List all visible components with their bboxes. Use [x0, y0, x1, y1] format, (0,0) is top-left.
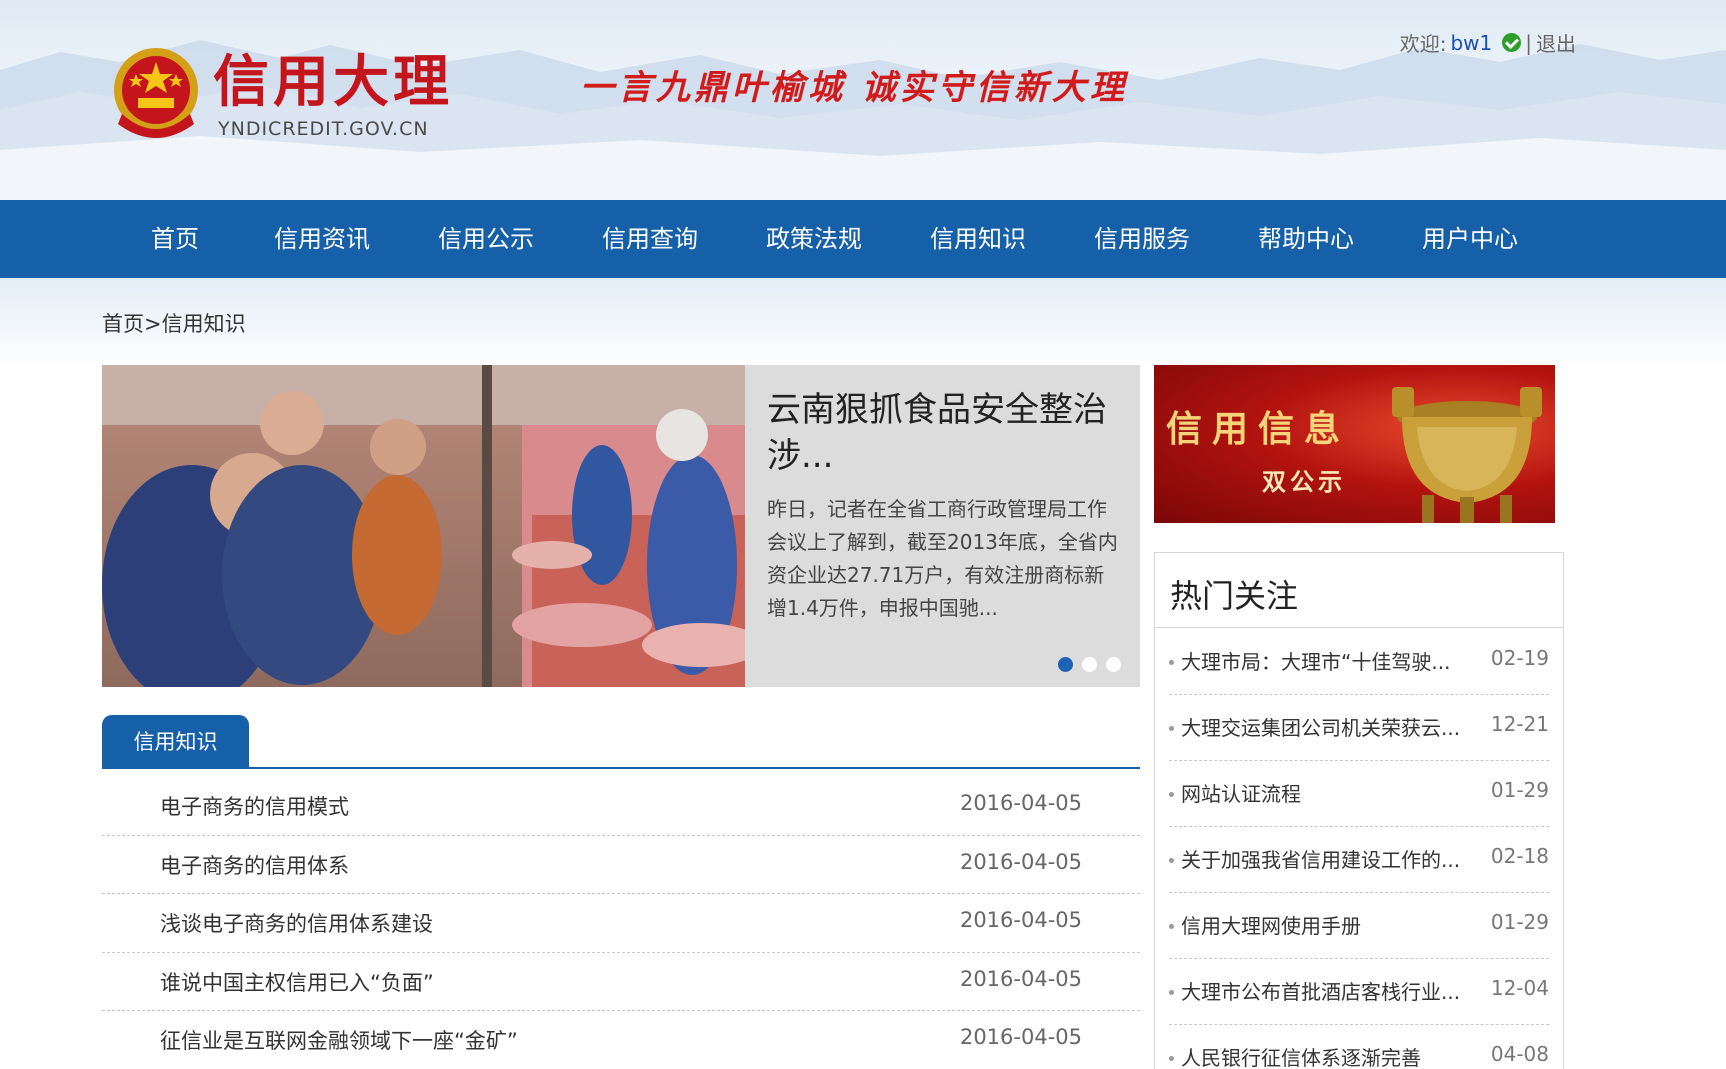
- article-date: 2016-04-05: [959, 849, 1082, 874]
- breadcrumb: 首页>信用知识: [102, 308, 246, 338]
- welcome-label: 欢迎:: [1399, 32, 1447, 56]
- list-item[interactable]: 电子商务的信用体系 2016-04-05: [102, 836, 1140, 894]
- nav-item-policy[interactable]: 政策法规: [732, 200, 896, 278]
- bullet-icon: [1169, 990, 1174, 995]
- banner-main-text: 信用信息: [1166, 408, 1351, 450]
- list-item[interactable]: 电子商务的信用模式 2016-04-05: [102, 777, 1140, 836]
- list-item[interactable]: 浅谈电子商务的信用体系建设 2016-04-05: [102, 894, 1140, 953]
- hot-item-date: 12-04: [1490, 976, 1549, 1000]
- article-date: 2016-04-05: [959, 908, 1082, 932]
- banner-sub-text: 双公示: [1262, 467, 1346, 496]
- verified-check-icon: [1502, 33, 1522, 52]
- slider-dots: [1058, 657, 1121, 672]
- article-title[interactable]: 征信业是互联网金融领域下一座“金矿”: [160, 1025, 518, 1055]
- bullet-icon: [1169, 858, 1174, 863]
- logo-title: 信用大理: [213, 49, 453, 115]
- hot-item-date: 04-08: [1490, 1042, 1549, 1066]
- breadcrumb-home[interactable]: 首页: [102, 312, 144, 336]
- list-item[interactable]: 大理市公布首批酒店客栈行业... 12-04: [1169, 959, 1549, 1025]
- list-item[interactable]: 谁说中国主权信用已入“负面” 2016-04-05: [102, 953, 1140, 1011]
- bronze-cauldron-icon: [1392, 387, 1542, 523]
- featured-text: 云南狠抓食品安全整治涉... 昨日，记者在全省工商行政管理局工作会议上了解到，截…: [767, 387, 1123, 625]
- header-slogan: 一言九鼎叶榆城 诚实守信新大理: [580, 68, 1128, 108]
- hot-item-title[interactable]: 网站认证流程: [1181, 778, 1471, 807]
- breadcrumb-separator: >: [144, 312, 162, 336]
- hot-item-date: 01-29: [1490, 910, 1549, 934]
- knowledge-tab-header: 信用知识: [102, 715, 1140, 769]
- featured-slider[interactable]: 云南狠抓食品安全整治涉... 昨日，记者在全省工商行政管理局工作会议上了解到，截…: [102, 365, 1140, 687]
- article-title[interactable]: 电子商务的信用模式: [160, 791, 349, 821]
- article-title[interactable]: 浅谈电子商务的信用体系建设: [160, 908, 433, 938]
- nav-item-credit-services[interactable]: 信用服务: [1060, 200, 1224, 278]
- nav-item-user-center[interactable]: 用户中心: [1388, 200, 1552, 278]
- list-item[interactable]: 征信业是互联网金融领域下一座“金矿” 2016-04-05: [102, 1011, 1140, 1069]
- hot-topics-title: 热门关注: [1170, 577, 1299, 615]
- user-bar: 欢迎: bw1 | 退出: [1400, 28, 1576, 57]
- bullet-icon: [1169, 792, 1174, 797]
- hot-topics-panel: 热门关注 大理市局：大理市“十佳驾驶... 02-19 大理交运集团公司机关荣获…: [1154, 552, 1564, 1069]
- list-item[interactable]: 人民银行征信体系逐渐完善 04-08: [1169, 1025, 1549, 1069]
- article-date: 2016-04-05: [959, 966, 1082, 991]
- site-logo[interactable]: 信用大理 YNDICREDIT.GOV.CN: [108, 44, 468, 144]
- bullet-icon: [1169, 1056, 1174, 1061]
- article-list: 电子商务的信用模式 2016-04-05 电子商务的信用体系 2016-04-0…: [102, 777, 1140, 1069]
- hot-item-title[interactable]: 大理交运集团公司机关荣获云...: [1181, 712, 1471, 741]
- site-header: 信用大理 YNDICREDIT.GOV.CN 一言九鼎叶榆城 诚实守信新大理 欢…: [0, 0, 1726, 200]
- nav-item-credit-news[interactable]: 信用资讯: [240, 200, 404, 278]
- featured-summary: 昨日，记者在全省工商行政管理局工作会议上了解到，截至2013年底，全省内资企业达…: [767, 497, 1118, 620]
- nav-item-credit-publicity[interactable]: 信用公示: [404, 200, 568, 278]
- content-band: [0, 278, 1726, 368]
- list-item[interactable]: 大理市局：大理市“十佳驾驶... 02-19: [1169, 629, 1549, 695]
- main-nav: 首页 信用资讯 信用公示 信用查询 政策法规 信用知识 信用服务 帮助中心 用户…: [0, 200, 1726, 278]
- article-title[interactable]: 谁说中国主权信用已入“负面”: [160, 967, 434, 997]
- logout-link[interactable]: 退出: [1536, 28, 1576, 57]
- hot-topics-divider: [1155, 627, 1563, 628]
- featured-photo[interactable]: [102, 365, 745, 687]
- nav-item-help-center[interactable]: 帮助中心: [1224, 200, 1388, 278]
- breadcrumb-current: 信用知识: [161, 312, 246, 336]
- hot-item-title[interactable]: 关于加强我省信用建设工作的...: [1181, 844, 1471, 873]
- hot-item-title[interactable]: 人民银行征信体系逐渐完善: [1181, 1042, 1471, 1069]
- national-emblem-icon: [114, 48, 198, 138]
- nav-item-credit-knowledge[interactable]: 信用知识: [896, 200, 1060, 278]
- hot-item-date: 02-19: [1490, 646, 1549, 670]
- bullet-icon: [1169, 726, 1174, 731]
- hot-item-title[interactable]: 大理市公布首批酒店客栈行业...: [1181, 976, 1471, 1005]
- article-date: 2016-04-05: [959, 791, 1082, 815]
- list-item[interactable]: 网站认证流程 01-29: [1169, 761, 1549, 827]
- list-item[interactable]: 关于加强我省信用建设工作的... 02-18: [1169, 827, 1549, 893]
- hot-item-date: 12-21: [1490, 712, 1549, 736]
- article-date: 2016-04-05: [959, 1025, 1082, 1049]
- bullet-icon: [1169, 924, 1174, 929]
- slider-dot-1[interactable]: [1058, 657, 1073, 672]
- hot-item-title[interactable]: 信用大理网使用手册: [1181, 910, 1471, 939]
- article-title[interactable]: 电子商务的信用体系: [160, 850, 349, 880]
- hot-item-date: 02-18: [1490, 844, 1549, 868]
- hot-item-title[interactable]: 大理市局：大理市“十佳驾驶...: [1181, 646, 1471, 675]
- list-item[interactable]: 大理交运集团公司机关荣获云... 12-21: [1169, 695, 1549, 761]
- bullet-icon: [1169, 660, 1174, 665]
- hot-item-date: 01-29: [1490, 778, 1549, 802]
- slider-dot-2[interactable]: [1082, 657, 1097, 672]
- list-item[interactable]: 信用大理网使用手册 01-29: [1169, 893, 1549, 959]
- username-link[interactable]: bw1: [1450, 31, 1492, 55]
- logo-domain: YNDICREDIT.GOV.CN: [218, 118, 429, 140]
- tab-credit-knowledge[interactable]: 信用知识: [102, 715, 249, 769]
- nav-item-credit-query[interactable]: 信用查询: [568, 200, 732, 278]
- credit-info-banner[interactable]: 信用信息 双公示: [1154, 365, 1555, 523]
- slider-dot-3[interactable]: [1106, 657, 1121, 672]
- nav-item-home[interactable]: 首页: [110, 200, 240, 278]
- user-bar-separator: |: [1525, 30, 1532, 55]
- featured-title[interactable]: 云南狠抓食品安全整治涉...: [767, 387, 1123, 479]
